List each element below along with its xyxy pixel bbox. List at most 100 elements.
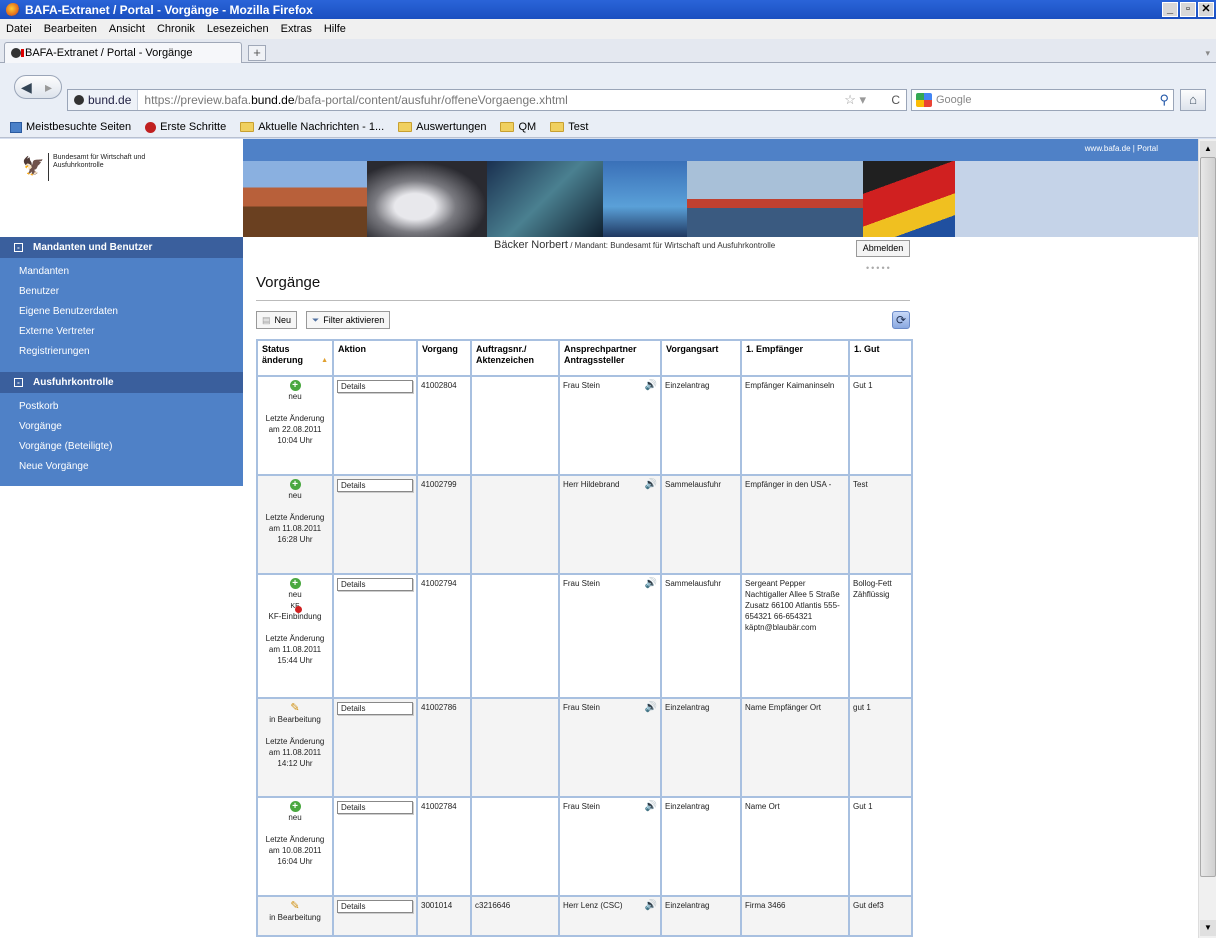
sidebar-item-postkorb[interactable]: Postkorb bbox=[0, 397, 243, 417]
column-header-ansprechpartner[interactable]: Ansprechpartner Antragssteller bbox=[558, 339, 662, 377]
firefox-icon bbox=[6, 2, 20, 17]
bookmark-qm[interactable]: QM bbox=[500, 121, 536, 133]
sidebar-item-registrierungen[interactable]: Registrierungen bbox=[0, 342, 243, 362]
speaker-icon[interactable]: 🔊 bbox=[645, 702, 657, 713]
details-button[interactable]: Details bbox=[337, 801, 413, 814]
column-header-aktion[interactable]: Aktion bbox=[332, 339, 418, 377]
nav-section-mandanten[interactable]: - Mandanten und Benutzer bbox=[0, 237, 243, 258]
scroll-up-arrow-icon[interactable]: ▲ bbox=[1200, 141, 1216, 157]
menu-bearbeiten[interactable]: Bearbeiten bbox=[44, 23, 97, 35]
bookmark-getting-started[interactable]: Erste Schritte bbox=[145, 121, 226, 133]
speaker-icon[interactable]: 🔊 bbox=[645, 801, 657, 812]
header-links[interactable]: www.bafa.de | Portal bbox=[1085, 144, 1158, 153]
collapse-icon[interactable]: - bbox=[14, 243, 23, 252]
sidebar-item-vorgaenge[interactable]: Vorgänge bbox=[0, 417, 243, 437]
site-identity[interactable]: bund.de bbox=[68, 90, 139, 110]
speaker-icon[interactable]: 🔊 bbox=[645, 900, 657, 911]
tab-list-chevron-icon[interactable]: ▾ bbox=[1205, 48, 1210, 59]
back-forward-buttons[interactable]: ◀ ▸ bbox=[14, 75, 62, 99]
google-icon[interactable] bbox=[916, 93, 932, 107]
rss-folder-icon bbox=[240, 122, 255, 132]
home-icon[interactable]: ⌂ bbox=[1180, 89, 1206, 111]
vertical-scrollbar[interactable]: ▲ ▼ bbox=[1198, 139, 1216, 938]
details-button[interactable]: Details bbox=[337, 479, 413, 492]
new-tab-button[interactable]: + bbox=[248, 45, 266, 61]
column-header-vorgang[interactable]: Vorgang bbox=[416, 339, 472, 377]
column-header-empfaenger[interactable]: 1. Empfänger bbox=[740, 339, 850, 377]
action-cell: Details bbox=[332, 697, 418, 798]
table-row: + neu KF KF-Einbindung Letzte Änderung am 11… bbox=[256, 573, 913, 699]
bafa-logo[interactable]: 🦅 Bundesamt für Wirtschaft und Ausfuhrko… bbox=[0, 139, 243, 237]
speaker-icon[interactable]: 🔊 bbox=[645, 380, 657, 391]
details-button[interactable]: Details bbox=[337, 578, 413, 591]
menu-bar: Datei Bearbeiten Ansicht Chronik Lesezei… bbox=[0, 19, 1216, 39]
sidebar-item-externe-vertreter[interactable]: Externe Vertreter bbox=[0, 322, 243, 342]
speaker-icon[interactable]: 🔊 bbox=[645, 479, 657, 490]
nav-section-ausfuhrkontrolle[interactable]: - Ausfuhrkontrolle bbox=[0, 372, 243, 393]
contact-name: Frau Stein bbox=[563, 381, 600, 390]
speaker-icon[interactable]: 🔊 bbox=[645, 578, 657, 589]
last-change-text: Letzte Änderung am 11.08.2011 14:12 Uhr bbox=[265, 737, 325, 768]
new-button[interactable]: ▤ Neu bbox=[256, 311, 298, 329]
reload-icon[interactable]: C bbox=[891, 93, 900, 107]
status-text: in Bearbeitung bbox=[269, 715, 321, 724]
contact-cell: Frau Stein 🔊 bbox=[558, 375, 662, 476]
table-row: + neu Letzte Änderung am 10.08.2011 16:04 … bbox=[256, 796, 913, 897]
back-arrow-icon[interactable]: ◀ bbox=[21, 79, 32, 96]
refresh-icon[interactable]: ⟳ bbox=[892, 311, 910, 329]
sidebar-item-eigene-benutzerdaten[interactable]: Eigene Benutzerdaten bbox=[0, 302, 243, 322]
window-title: BAFA-Extranet / Portal - Vorgänge - Mozi… bbox=[25, 2, 313, 17]
header-banner-image bbox=[243, 161, 1198, 237]
contact-cell: Herr Lenz (CSC) 🔊 bbox=[558, 895, 662, 937]
collapse-icon[interactable]: - bbox=[14, 378, 23, 387]
bookmark-news[interactable]: Aktuelle Nachrichten - 1... bbox=[240, 121, 384, 133]
search-icon[interactable]: ⚲ bbox=[1159, 92, 1169, 108]
contact-cell: Herr Hildebrand 🔊 bbox=[558, 474, 662, 575]
filter-icon: ⏷ bbox=[312, 314, 320, 325]
filter-button[interactable]: ⏷ Filter aktivieren bbox=[306, 311, 391, 329]
close-button[interactable]: ✕ bbox=[1198, 2, 1214, 17]
minimize-button[interactable]: _ bbox=[1162, 2, 1178, 17]
menu-extras[interactable]: Extras bbox=[281, 23, 312, 35]
menu-hilfe[interactable]: Hilfe bbox=[324, 23, 346, 35]
bookmark-most-visited[interactable]: Meistbesuchte Seiten bbox=[10, 121, 131, 133]
bookmark-star-icon[interactable]: ☆ ▾ bbox=[844, 92, 866, 108]
forward-arrow-icon[interactable]: ▸ bbox=[45, 79, 52, 96]
last-change-text: Letzte Änderung am 11.08.2011 16:28 Uhr bbox=[265, 513, 325, 544]
gut-cell: Gut 1 bbox=[848, 375, 913, 476]
maximize-button[interactable]: ▫ bbox=[1180, 2, 1196, 17]
status-text: neu bbox=[288, 590, 302, 599]
sidebar-item-mandanten[interactable]: Mandanten bbox=[0, 262, 243, 282]
recipient-cell: Firma 3466 bbox=[740, 895, 850, 937]
sidebar-item-vorgaenge-beteiligte[interactable]: Vorgänge (Beteiligte) bbox=[0, 437, 243, 457]
menu-chronik[interactable]: Chronik bbox=[157, 23, 195, 35]
contact-name: Herr Lenz (CSC) bbox=[563, 901, 623, 910]
details-button[interactable]: Details bbox=[337, 380, 413, 393]
column-header-auftragsnr[interactable]: Auftragsnr./ Aktenzeichen bbox=[470, 339, 560, 377]
sidebar-item-benutzer[interactable]: Benutzer bbox=[0, 282, 243, 302]
action-cell: Details bbox=[332, 895, 418, 937]
column-header-status[interactable]: Status änderung ▲ bbox=[256, 339, 334, 377]
menu-lesezeichen[interactable]: Lesezeichen bbox=[207, 23, 269, 35]
scroll-down-arrow-icon[interactable]: ▼ bbox=[1200, 920, 1216, 936]
menu-datei[interactable]: Datei bbox=[6, 23, 32, 35]
table-row: + neu Letzte Änderung am 22.08.2011 10:04 … bbox=[256, 375, 913, 476]
text-size-dots[interactable]: ••••• bbox=[866, 263, 892, 273]
logout-button[interactable]: Abmelden bbox=[856, 240, 910, 257]
bookmark-test[interactable]: Test bbox=[550, 121, 588, 133]
table-row: + neu Letzte Änderung am 11.08.2011 16:28 … bbox=[256, 474, 913, 575]
column-header-vorgangsart[interactable]: Vorgangsart bbox=[660, 339, 742, 377]
contact-cell: Frau Stein 🔊 bbox=[558, 697, 662, 798]
action-cell: Details bbox=[332, 796, 418, 897]
scrollbar-thumb[interactable] bbox=[1200, 157, 1216, 877]
details-button[interactable]: Details bbox=[337, 900, 413, 913]
tab-active[interactable]: BAFA-Extranet / Portal - Vorgänge bbox=[4, 42, 242, 63]
details-button[interactable]: Details bbox=[337, 702, 413, 715]
sidebar-item-neue-vorgaenge[interactable]: Neue Vorgänge bbox=[0, 457, 243, 477]
menu-ansicht[interactable]: Ansicht bbox=[109, 23, 145, 35]
bookmark-auswertungen[interactable]: Auswertungen bbox=[398, 121, 486, 133]
column-header-gut[interactable]: 1. Gut bbox=[848, 339, 913, 377]
url-bar[interactable]: bund.de https://preview.bafa.bund.de/baf… bbox=[67, 89, 907, 111]
search-field[interactable]: Google ⚲ bbox=[911, 89, 1174, 111]
logo-text: Bundesamt für Wirtschaft und Ausfuhrkont… bbox=[53, 154, 146, 169]
